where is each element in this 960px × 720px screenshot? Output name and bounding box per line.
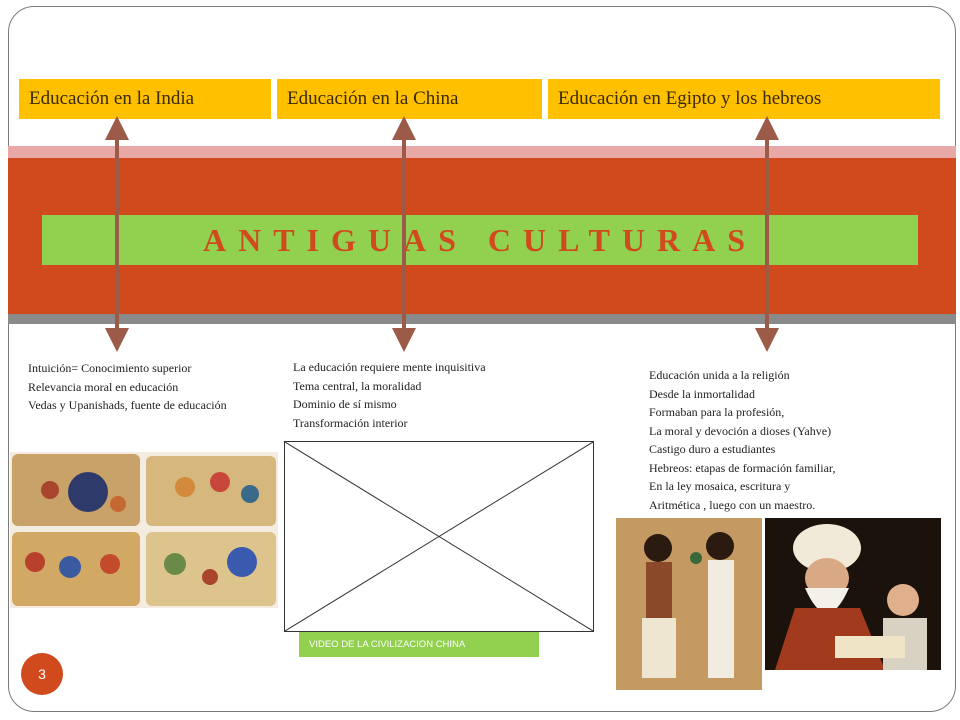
video-placeholder[interactable]: [284, 441, 594, 632]
hebrew-teacher-image: [765, 518, 941, 670]
page-number-badge: 3: [21, 653, 63, 695]
china-point: La educación requiere mente inquisitiva: [293, 360, 486, 374]
egypt-point: Hebreos: etapas de formación familiar,: [649, 460, 836, 475]
video-label[interactable]: VIDEO DE LA CIVILIZACION CHINA: [299, 632, 539, 657]
egypt-painting-image: [616, 518, 762, 690]
egypt-point: Castigo duro a estudiantes: [649, 442, 776, 456]
egypt-point: Aritmética , luego con un maestro.: [649, 497, 816, 512]
egypt-point: Desde la inmortalidad: [649, 386, 755, 401]
india-manuscript-image: [10, 452, 278, 608]
china-points: La educación requiere mente inquisitiva …: [293, 358, 543, 432]
egypt-point: Formaban para la profesión,: [649, 405, 785, 419]
egypt-point: En la ley mosaica, escritura y: [649, 479, 791, 493]
china-point: Dominio de sí mismo: [293, 397, 397, 411]
india-point: Intuición= Conocimiento superior: [28, 361, 192, 375]
egypt-point: La moral y devoción a dioses (Yahve): [649, 423, 832, 438]
india-point: Vedas y Upanishads, fuente de educación: [28, 398, 227, 412]
india-points: Intuición= Conocimiento superior Relevan…: [28, 359, 278, 415]
egypt-points: Educación unida a la religión Desde la i…: [649, 366, 909, 514]
india-point: Relevancia moral en educación: [28, 379, 179, 394]
egypt-point: Educación unida a la religión: [649, 368, 790, 382]
china-point: Transformación interior: [293, 415, 408, 430]
china-point: Tema central, la moralidad: [293, 378, 422, 393]
